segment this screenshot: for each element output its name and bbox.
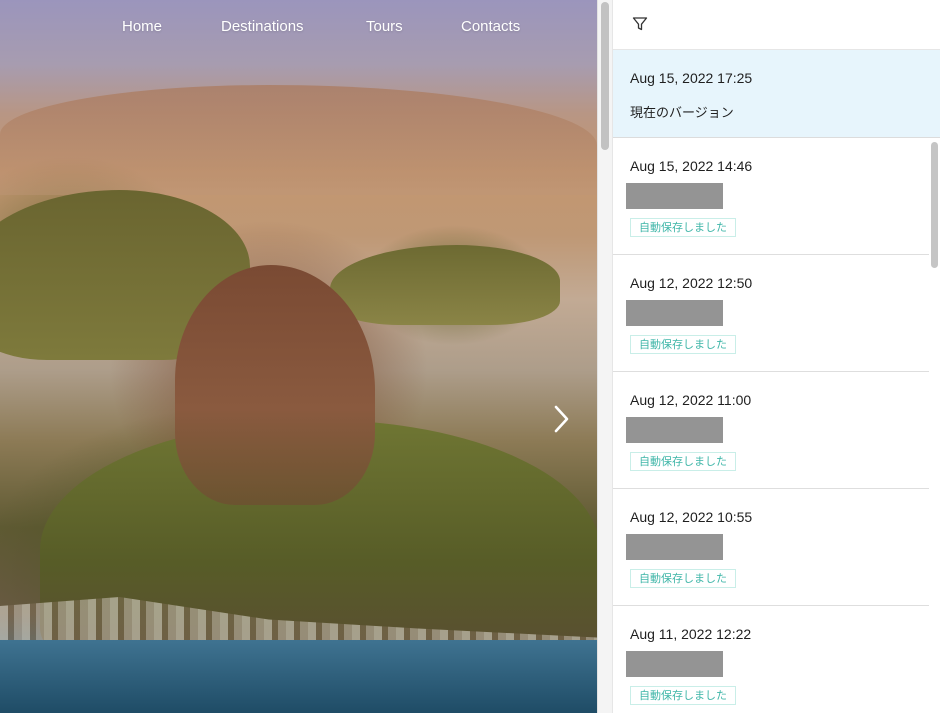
panel-toolbar <box>613 0 940 50</box>
version-item[interactable]: Aug 12, 2022 12:50 自動保存しました <box>613 255 929 372</box>
preview-scrollbar[interactable] <box>597 0 612 713</box>
nav-destinations[interactable]: Destinations <box>221 18 304 35</box>
version-item[interactable]: Aug 12, 2022 11:00 自動保存しました <box>613 372 929 489</box>
filter-icon[interactable] <box>632 16 648 32</box>
redacted-author <box>626 534 723 560</box>
version-item[interactable]: Aug 15, 2022 14:46 自動保存しました <box>613 138 929 255</box>
nav-home[interactable]: Home <box>122 18 162 35</box>
version-timestamp: Aug 11, 2022 12:22 <box>630 626 752 642</box>
preview-scrollbar-thumb[interactable] <box>601 2 609 150</box>
redacted-author <box>626 300 723 326</box>
version-timestamp: Aug 12, 2022 12:50 <box>630 275 753 291</box>
version-timestamp: Aug 12, 2022 11:00 <box>630 392 752 408</box>
redacted-author <box>626 417 723 443</box>
autosave-badge: 自動保存しました <box>630 218 736 237</box>
version-list-scrollbar[interactable] <box>931 142 938 268</box>
nav-contacts[interactable]: Contacts <box>461 18 520 35</box>
autosave-badge: 自動保存しました <box>630 569 736 588</box>
version-list: Aug 15, 2022 14:46 自動保存しました Aug 12, 2022… <box>613 138 940 713</box>
version-item[interactable]: Aug 11, 2022 12:22 自動保存しました <box>613 606 929 713</box>
version-timestamp: Aug 12, 2022 10:55 <box>630 509 753 525</box>
autosave-badge: 自動保存しました <box>630 452 736 471</box>
version-history-panel: Aug 15, 2022 17:25 現在のバージョン Aug 15, 2022… <box>612 0 940 713</box>
version-timestamp: Aug 15, 2022 17:25 <box>630 70 753 86</box>
site-nav: Home Destinations Tours Contacts <box>0 18 597 40</box>
version-timestamp: Aug 15, 2022 14:46 <box>630 158 753 174</box>
redacted-author <box>626 183 723 209</box>
background-mountains <box>0 85 597 195</box>
chevron-right-icon[interactable] <box>552 404 572 434</box>
current-version-label: 現在のバージョン <box>630 106 734 121</box>
version-item[interactable]: Aug 12, 2022 10:55 自動保存しました <box>613 489 929 606</box>
nav-tours[interactable]: Tours <box>366 18 403 35</box>
redacted-author <box>626 651 723 677</box>
site-preview: Home Destinations Tours Contacts <box>0 0 597 713</box>
right-island <box>330 245 560 325</box>
bay-water <box>0 640 597 713</box>
autosave-badge: 自動保存しました <box>630 686 736 705</box>
autosave-badge: 自動保存しました <box>630 335 736 354</box>
current-version-item[interactable]: Aug 15, 2022 17:25 現在のバージョン <box>613 50 940 138</box>
